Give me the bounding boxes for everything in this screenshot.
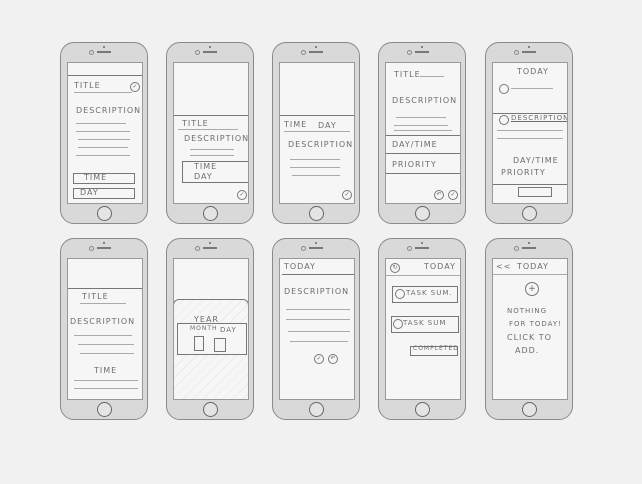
month-label: MONTH [190, 325, 218, 332]
task-checkbox[interactable] [395, 289, 405, 299]
check-icon[interactable]: ✓ [237, 190, 247, 200]
time-label: TIME [84, 173, 108, 182]
home-button [309, 206, 324, 221]
today-header: TODAY [284, 262, 316, 271]
screen: TITLE ✓ DESCRIPTION TIME DAY [67, 62, 143, 204]
empty-message: NOTHING [507, 307, 548, 315]
screen: TITLE DESCRIPTION TIME [67, 258, 143, 400]
title-label: TITLE [74, 81, 101, 90]
description-label: DESCRIPTION [76, 106, 142, 115]
empty-message: ADD. [515, 346, 540, 355]
priority-selector[interactable] [518, 187, 552, 197]
home-button [415, 402, 430, 417]
task-label: TASK SUM. [406, 289, 453, 297]
screen: TITLE DESCRIPTION TIME DAY ✓ [173, 62, 249, 204]
home-button [203, 402, 218, 417]
completed-label: COMPLETED [413, 345, 459, 352]
home-button [522, 206, 537, 221]
phone-sketch-1: TITLE ✓ DESCRIPTION TIME DAY [60, 42, 148, 224]
day-label: DAY [194, 172, 213, 181]
day-wheel[interactable] [214, 338, 226, 352]
home-button [309, 402, 324, 417]
task-checkbox[interactable] [393, 319, 403, 329]
day-label: DAY [80, 188, 99, 197]
phone-sketch-7: YEAR MONTH DAY [166, 238, 254, 420]
screen: TIME DAY DESCRIPTION ✓ [279, 62, 355, 204]
empty-message: FOR TODAY! [509, 320, 563, 328]
screen: << TODAY + NOTHING FOR TODAY! CLICK TO A… [492, 258, 568, 400]
time-label: TIME [194, 162, 218, 171]
check-icon[interactable]: ✓ [314, 354, 324, 364]
today-header: TODAY [424, 262, 456, 271]
home-button [522, 402, 537, 417]
task-checkbox[interactable] [499, 115, 509, 125]
home-button [97, 206, 112, 221]
description-label: DESCRIPTION [288, 140, 354, 149]
priority-label: PRIORITY [501, 168, 546, 177]
today-header: TODAY [517, 262, 549, 271]
screen: TODAY DESCRIPTION DAY/TIME PRIORITY [492, 62, 568, 204]
time-label: TIME [284, 120, 308, 129]
check-icon[interactable]: ✓ [448, 190, 458, 200]
task-label: TASK SUM [403, 319, 447, 327]
day-label: DAY [318, 121, 337, 130]
description-label: DESCRIPTION [392, 96, 458, 105]
phone-sketch-9: ↻ TODAY TASK SUM. TASK SUM COMPLETED [378, 238, 466, 420]
back-button[interactable]: << [496, 262, 511, 271]
refresh-icon[interactable]: ↻ [390, 263, 400, 273]
home-button [415, 206, 430, 221]
title-label: TITLE [82, 292, 109, 301]
empty-message: CLICK TO [507, 333, 552, 342]
add-icon[interactable]: + [525, 282, 539, 296]
screen: TODAY DESCRIPTION ✓ ↶ [279, 258, 355, 400]
check-icon[interactable]: ✓ [342, 190, 352, 200]
home-button [97, 402, 112, 417]
title-label: TITLE [182, 119, 209, 128]
screen: TITLE DESCRIPTION DAY/TIME PRIORITY ↶ ✓ [385, 62, 461, 204]
undo-icon[interactable]: ↶ [328, 354, 338, 364]
phone-sketch-6: TITLE DESCRIPTION TIME [60, 238, 148, 420]
daytime-label: DAY/TIME [513, 156, 559, 165]
undo-icon[interactable]: ↶ [434, 190, 444, 200]
description-label: DESCRIPTION [184, 134, 249, 143]
title-label: TITLE [394, 70, 421, 79]
home-button [203, 206, 218, 221]
description-label: DESCRIPTION [284, 287, 350, 296]
month-wheel[interactable] [194, 336, 204, 351]
description-label: DESCRIPTION [70, 317, 136, 326]
phone-sketch-2: TITLE DESCRIPTION TIME DAY ✓ [166, 42, 254, 224]
priority-field[interactable]: PRIORITY [392, 160, 437, 169]
time-label: TIME [94, 366, 118, 375]
daytime-field[interactable]: DAY/TIME [392, 140, 438, 149]
screen: YEAR MONTH DAY [173, 258, 249, 400]
phone-sketch-10: << TODAY + NOTHING FOR TODAY! CLICK TO A… [485, 238, 573, 420]
today-header: TODAY [517, 67, 549, 76]
phone-sketch-3: TIME DAY DESCRIPTION ✓ [272, 42, 360, 224]
phone-sketch-8: TODAY DESCRIPTION ✓ ↶ [272, 238, 360, 420]
description-label: DESCRIPTION [511, 114, 568, 122]
check-icon: ✓ [130, 82, 140, 92]
phone-sketch-4: TITLE DESCRIPTION DAY/TIME PRIORITY ↶ ✓ [378, 42, 466, 224]
phone-sketch-5: TODAY DESCRIPTION DAY/TIME PRIORITY [485, 42, 573, 224]
task-checkbox[interactable] [499, 84, 509, 94]
screen: ↻ TODAY TASK SUM. TASK SUM COMPLETED [385, 258, 461, 400]
day-label: DAY [220, 326, 237, 334]
